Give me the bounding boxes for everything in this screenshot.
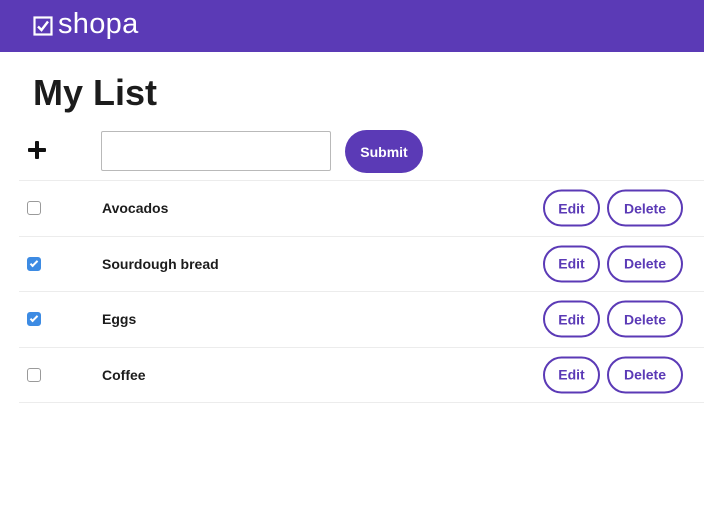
edit-button[interactable]: Edit <box>543 189 600 227</box>
item-checkbox[interactable] <box>27 312 41 327</box>
list-item: Avocados Edit Delete <box>19 181 704 237</box>
item-label: Avocados <box>102 200 169 217</box>
delete-button[interactable]: Delete <box>607 189 683 227</box>
new-item-input[interactable] <box>101 131 331 171</box>
item-checkbox[interactable] <box>27 256 41 271</box>
item-label: Coffee <box>102 366 146 383</box>
item-label: Eggs <box>102 311 137 328</box>
delete-button[interactable]: Delete <box>607 356 683 394</box>
item-checkbox[interactable] <box>27 201 41 216</box>
edit-button[interactable]: Edit <box>543 245 600 283</box>
delete-button[interactable]: Delete <box>607 300 683 338</box>
item-checkbox[interactable] <box>27 367 41 382</box>
edit-button[interactable]: Edit <box>543 300 600 338</box>
list-item: Coffee Edit Delete <box>19 348 704 403</box>
brand-logo[interactable]: shopa <box>33 9 139 39</box>
item-label: Sourdough bread <box>102 255 219 272</box>
shopping-list: Avocados Edit Delete Sourdough bread Edi… <box>19 180 704 403</box>
page-title: My List <box>33 72 158 113</box>
list-item: Eggs Edit Delete <box>19 292 704 348</box>
delete-button[interactable]: Delete <box>607 245 683 283</box>
edit-button[interactable]: Edit <box>543 356 600 394</box>
list-item: Sourdough bread Edit Delete <box>19 237 704 292</box>
check-icon <box>29 258 39 267</box>
brand-name: shopa <box>58 8 139 40</box>
check-icon <box>29 314 39 323</box>
submit-button[interactable]: Submit <box>345 130 423 173</box>
plus-icon <box>26 139 48 161</box>
checkbox-icon <box>33 15 53 36</box>
top-navbar: shopa <box>0 0 704 52</box>
